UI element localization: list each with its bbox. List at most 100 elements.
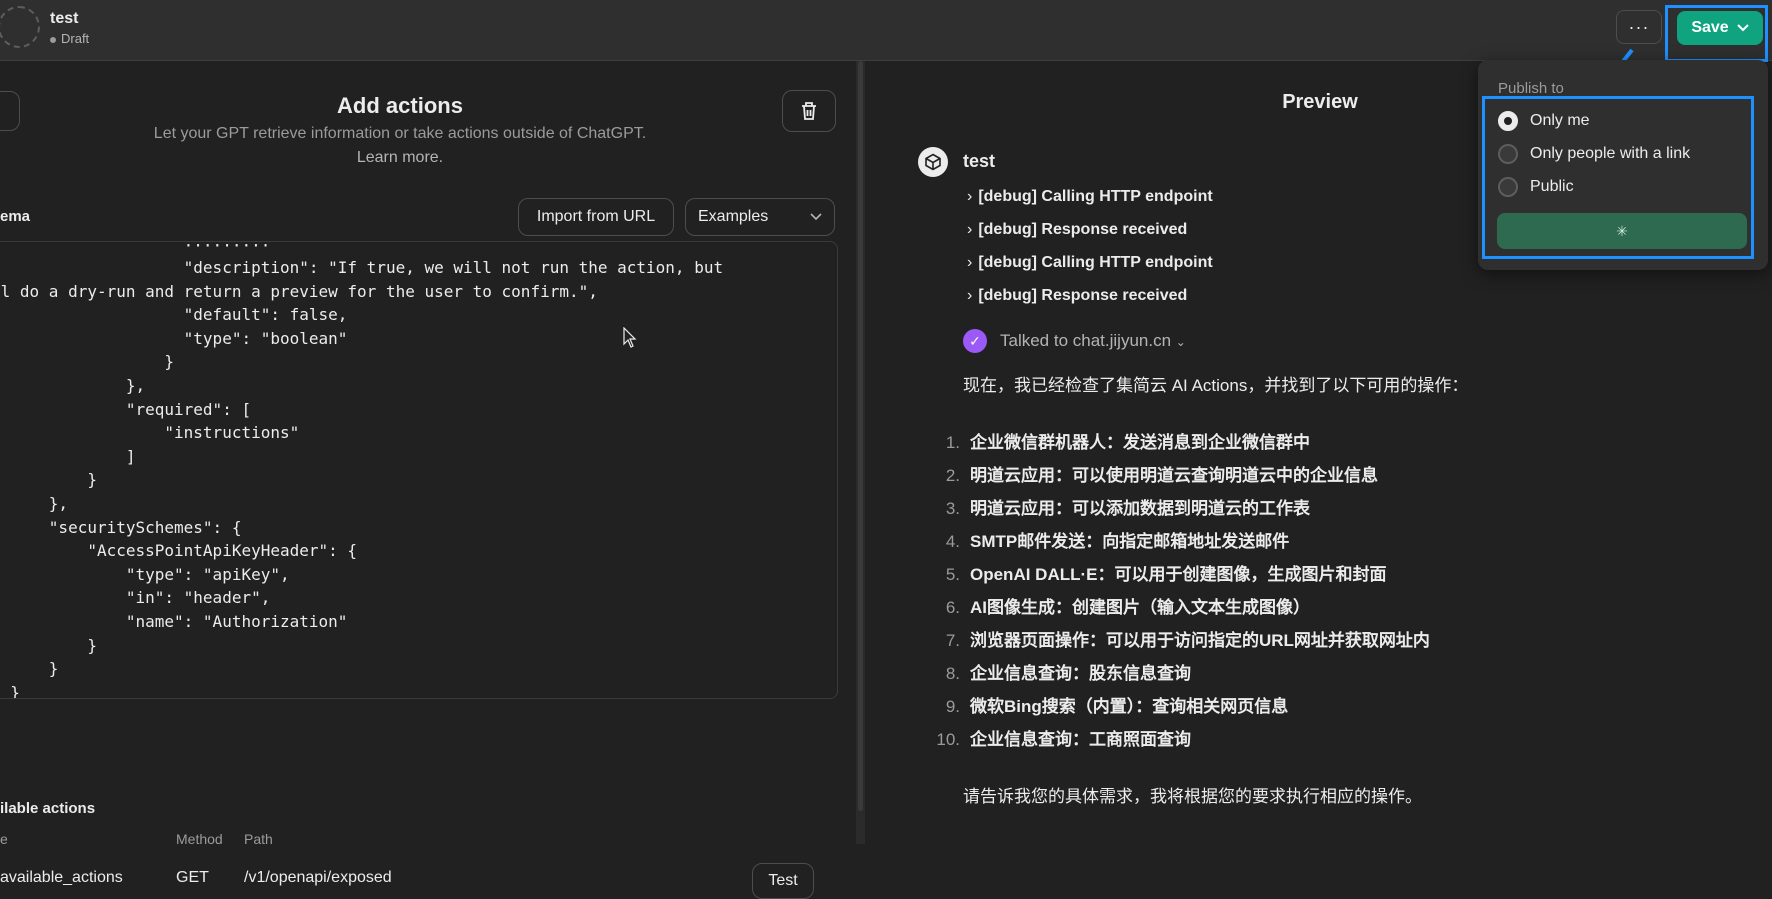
- more-options-button[interactable]: ···: [1616, 10, 1662, 44]
- loading-spinner-icon: ✳: [1616, 222, 1628, 239]
- draft-status: Draft: [50, 31, 89, 46]
- publish-option-link[interactable]: Only people with a link: [1498, 144, 1690, 164]
- debug-line[interactable]: › [debug] Calling HTTP endpoint: [967, 254, 1213, 272]
- publish-option-label: Only people with a link: [1530, 145, 1691, 162]
- top-bar: test Draft ··· Save: [0, 0, 1772, 61]
- radio-selected[interactable]: [1498, 111, 1518, 131]
- mouse-cursor-icon: [623, 327, 637, 348]
- bot-name: test: [963, 151, 996, 171]
- chevron-down-icon: ⌄: [1175, 335, 1186, 349]
- list-item: 3. 明道云应用：可以添加数据到明道云的工作表: [945, 499, 1310, 518]
- list-item-text: 企业微信群机器人：发送消息到企业微信群中: [970, 433, 1310, 452]
- list-item: 8. 企业信息查询：股东信息查询: [945, 664, 1191, 683]
- code-line: }: [0, 352, 175, 372]
- radio-unselected[interactable]: [1498, 177, 1518, 197]
- cube-icon: [925, 153, 941, 171]
- debug-text: [debug] Calling HTTP endpoint: [978, 188, 1213, 205]
- debug-line[interactable]: › [debug] Calling HTTP endpoint: [967, 188, 1213, 206]
- assistant-outro: 请告诉我您的具体需求，我将根据您的要求执行相应的操作。: [963, 787, 1422, 806]
- action-path: /v1/openapi/exposed: [244, 869, 392, 886]
- list-item-text: 企业信息查询：股东信息查询: [970, 664, 1191, 683]
- code-line: ]: [0, 446, 136, 466]
- preview-title: Preview: [1282, 91, 1358, 113]
- code-line: "in": "header",: [0, 588, 271, 608]
- back-button[interactable]: [0, 91, 20, 131]
- list-item: 1. 企业微信群机器人：发送消息到企业微信群中: [945, 433, 1310, 452]
- publish-option-label: Only me: [1530, 112, 1590, 129]
- column-header-name: e: [0, 831, 8, 847]
- editor-subtitle: Let your GPT retrieve information or tak…: [153, 125, 647, 142]
- publish-option-only-me[interactable]: Only me: [1498, 111, 1590, 131]
- radio-unselected[interactable]: [1498, 144, 1518, 164]
- gpt-name: test: [50, 10, 79, 27]
- debug-text: [debug] Response received: [978, 221, 1188, 238]
- delete-action-button[interactable]: [782, 90, 836, 132]
- code-line: "instructions": [0, 423, 300, 443]
- code-line: }: [10, 682, 20, 699]
- chevron-right-icon: ›: [967, 221, 973, 238]
- status-dot-icon: [50, 36, 56, 43]
- gpt-avatar: [918, 147, 948, 177]
- code-line: }: [48, 659, 59, 679]
- code-line: "default": false,: [0, 305, 348, 325]
- code-line: "name": "Authorization": [0, 612, 348, 631]
- list-item-text: OpenAI DALL·E：可以用于创建图像，生成图片和封面: [970, 565, 1387, 584]
- code-line: }: [0, 470, 97, 490]
- publish-option-label: Public: [1530, 178, 1574, 195]
- test-action-button[interactable]: Test: [752, 863, 814, 899]
- list-item-text: 明道云应用：可以使用明道云查询明道云中的企业信息: [970, 466, 1378, 485]
- column-header-path: Path: [244, 831, 273, 847]
- trash-icon: [802, 102, 816, 120]
- assistant-intro: 现在，我已经检查了集简云 AI Actions，并找到了以下可用的操作：: [963, 376, 1469, 395]
- list-item-text: AI图像生成：创建图片（输入文本生成图像）: [970, 598, 1310, 617]
- talked-to-text: Talked to chat.jijyun.cn: [1000, 331, 1172, 350]
- code-line: }: [0, 635, 97, 655]
- import-from-url-button[interactable]: Import from URL: [518, 198, 674, 236]
- status-text: Draft: [61, 31, 90, 46]
- code-line: },: [0, 376, 146, 395]
- editor-title: Add actions: [337, 93, 463, 118]
- examples-label: Examples: [698, 208, 769, 225]
- action-name: available_actions: [0, 869, 123, 886]
- gpt-avatar-placeholder[interactable]: [0, 6, 40, 48]
- chevron-right-icon: ›: [967, 254, 973, 271]
- debug-line[interactable]: › [debug] Response received: [967, 287, 1187, 305]
- list-item-text: 企业信息查询：工商照面查询: [970, 730, 1191, 749]
- code-line-partial: ·········: [0, 241, 271, 255]
- check-icon: ✓: [963, 329, 987, 353]
- code-line: "description": "If true, we will not run…: [0, 258, 724, 277]
- list-item: 6. AI图像生成：创建图片（输入文本生成图像）: [945, 598, 1310, 617]
- list-item: 7. 浏览器页面操作：可以用于访问指定的URL网址并获取网址内: [945, 631, 1430, 650]
- chevron-down-icon: [810, 213, 822, 221]
- schema-code-editor[interactable]: ········· "description": "If true, we wi…: [0, 241, 838, 699]
- list-item: 4. SMTP邮件发送：向指定邮箱地址发送邮件: [945, 532, 1290, 551]
- examples-dropdown[interactable]: Examples: [685, 198, 835, 236]
- debug-line[interactable]: › [debug] Response received: [967, 221, 1187, 239]
- list-item: 5. OpenAI DALL·E：可以用于创建图像，生成图片和封面: [945, 565, 1387, 584]
- column-header-method: Method: [176, 831, 223, 847]
- available-actions-label: ilable actions: [0, 800, 96, 817]
- list-item-text: SMTP邮件发送：向指定邮箱地址发送邮件: [970, 532, 1290, 551]
- code-line: "type": "boolean": [0, 328, 348, 348]
- debug-text: [debug] Calling HTTP endpoint: [978, 254, 1213, 271]
- list-item: 9. 微软Bing搜索（内置）：查询相关网页信息: [945, 697, 1289, 716]
- left-scrollbar[interactable]: [858, 61, 863, 811]
- code-line: ll do a dry-run and return a preview for…: [0, 281, 598, 301]
- code-line: "type": "apiKey",: [0, 564, 290, 584]
- list-item-text: 微软Bing搜索（内置）：查询相关网页信息: [970, 697, 1289, 716]
- code-line: },: [48, 494, 69, 513]
- talked-to-toggle[interactable]: Talked to chat.jijyun.cn ⌄: [1000, 331, 1186, 351]
- chevron-right-icon: ›: [967, 188, 973, 205]
- code-line: "AccessPointApiKeyHeader": {: [0, 541, 358, 561]
- list-item: 10. 企业信息查询：工商照面查询: [936, 730, 1191, 749]
- list-item: 2. 明道云应用：可以使用明道云查询明道云中的企业信息: [945, 466, 1378, 485]
- publish-option-public[interactable]: Public: [1498, 177, 1574, 197]
- schema-label: ema: [0, 208, 31, 225]
- learn-more-link[interactable]: Learn more.: [300, 149, 500, 167]
- code-line: "securitySchemes": {: [0, 517, 242, 537]
- code-line: "required": [: [0, 399, 252, 419]
- publish-label: Publish to: [1498, 80, 1564, 97]
- action-method: GET: [176, 869, 209, 886]
- confirm-publish-button[interactable]: ✳: [1497, 213, 1747, 249]
- list-item-text: 明道云应用：可以添加数据到明道云的工作表: [970, 499, 1310, 518]
